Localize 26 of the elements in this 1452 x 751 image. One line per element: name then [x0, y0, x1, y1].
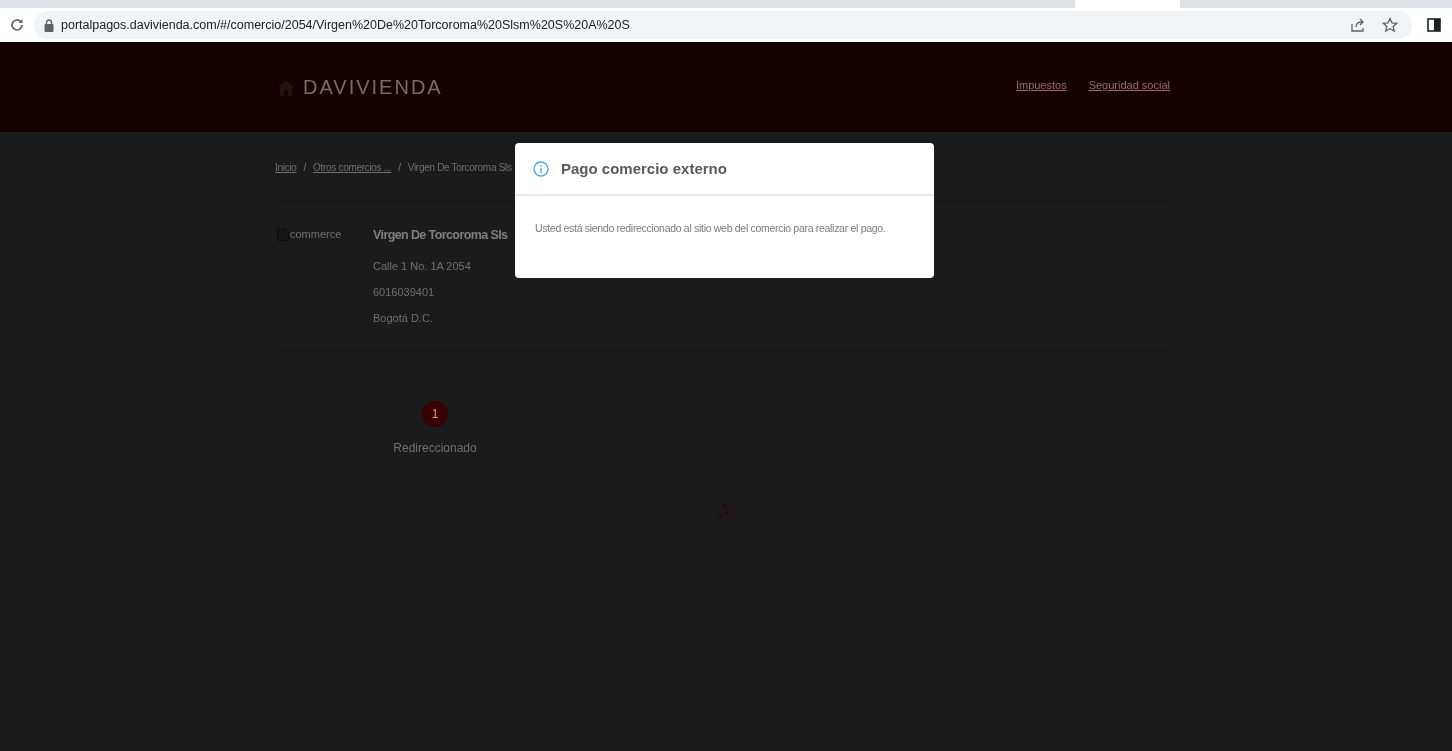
breadcrumb-link[interactable]: Inicio: [275, 161, 297, 173]
image-alt-text: commerce: [290, 228, 342, 240]
url-text: portalpagos.davivienda.com/#/comercio/2054/Virgen%20De%20Torcoroma%20Slsm%20S%20A%20S: [61, 18, 630, 32]
breadcrumb-current: Virgen De Torcoroma Sls: [407, 161, 512, 173]
breadcrumb-separator: /: [398, 161, 401, 173]
star-icon[interactable]: [1382, 17, 1398, 33]
commerce-detail: 6016039401: [373, 286, 436, 300]
commerce-name: Virgen De Torcoroma Sls: [373, 228, 508, 244]
step-label: Redireccionado: [393, 441, 477, 455]
share-icon[interactable]: [1350, 17, 1366, 33]
info-icon: [533, 160, 549, 177]
nav-link[interactable]: Seguridad social: [1088, 78, 1170, 91]
commerce-detail: Calle 1 No. 1A 2054: [373, 260, 472, 274]
breadcrumb-separator: /: [303, 161, 307, 173]
modal-title: Pago comercio externo: [561, 160, 727, 177]
modal-message: Usted está siendo redireccionado al sitio web del comercio para realizar el pago.: [534, 221, 887, 235]
reload-icon[interactable]: [8, 16, 26, 34]
step-number: 1: [422, 401, 448, 427]
spinner-icon: [714, 503, 729, 519]
side-panel-icon[interactable]: [1426, 17, 1442, 33]
breadcrumb-link[interactable]: Otros comercios ...: [313, 161, 392, 173]
logo-text[interactable]: DAVIVIENDA: [303, 76, 443, 99]
address-bar[interactable]: portalpagos.davivienda.com/#/comercio/2054/Virgen%20De%20Torcoroma%20Slsm%20S%20A%20S: [34, 11, 1412, 39]
lock-icon: [44, 18, 54, 32]
nav-link[interactable]: Impuestos: [1015, 78, 1067, 91]
commerce-detail: Bogotá D.C.: [373, 312, 434, 326]
